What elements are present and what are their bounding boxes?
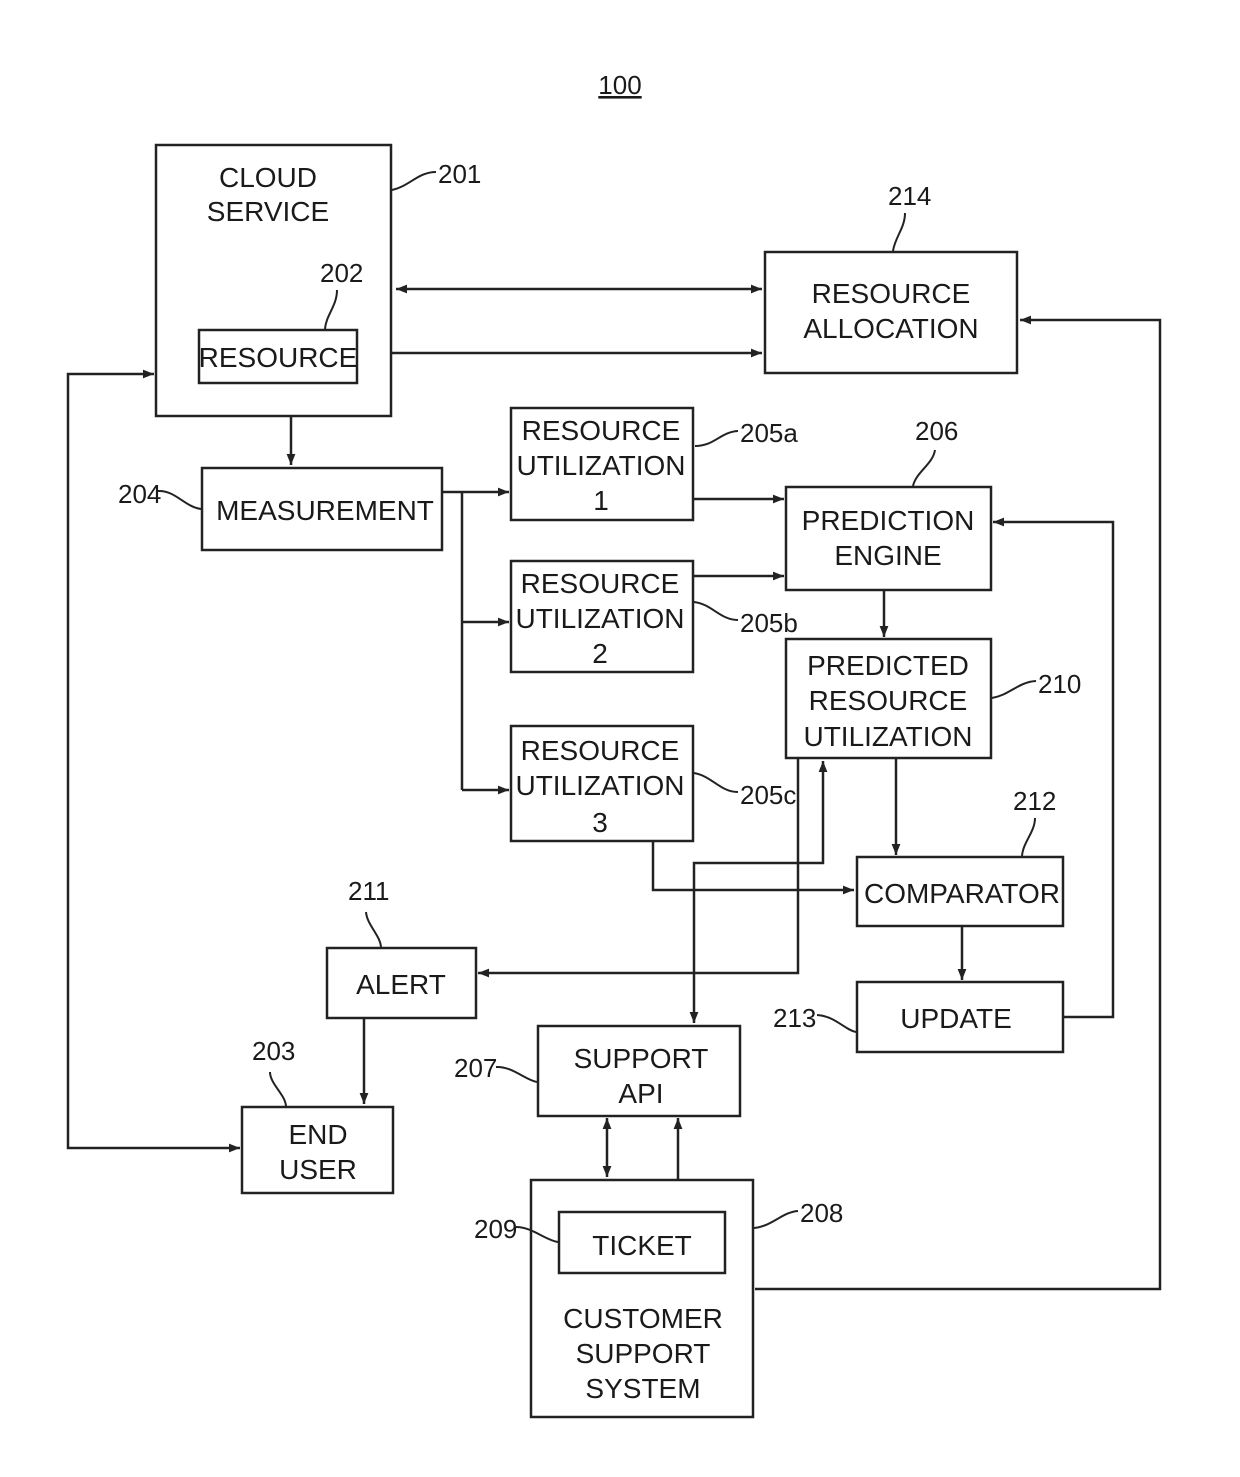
ru3-label-1: RESOURCE <box>521 735 680 766</box>
leader-204 <box>157 489 202 510</box>
css-label-1: CUSTOMER <box>563 1303 723 1334</box>
ref-208: 208 <box>800 1198 843 1228</box>
resource-label: RESOURCE <box>199 342 358 373</box>
end-user-label-2: USER <box>279 1154 357 1185</box>
leader-211 <box>365 911 382 948</box>
node-alert: ALERT <box>325 946 478 1020</box>
node-predicted-resource-utilization: PREDICTED RESOURCE UTILIZATION <box>784 637 993 760</box>
cloud-service-label-1: CLOUD <box>219 162 317 193</box>
ref-206: 206 <box>915 416 958 446</box>
system-diagram: 100 CLOUD SERVICE RESOURCE RESOURCE ALLO… <box>66 70 1162 1419</box>
ref-202: 202 <box>320 258 363 288</box>
ru1-label-2: UTILIZATION <box>516 450 685 481</box>
end-user-label-1: END <box>288 1119 347 1150</box>
ru1-label-1: RESOURCE <box>522 415 681 446</box>
ticket-label: TICKET <box>592 1230 692 1261</box>
node-resource-utilization-1: RESOURCE UTILIZATION 1 <box>509 406 695 522</box>
ref-205b: 205b <box>740 608 798 638</box>
css-label-3: SYSTEM <box>585 1373 700 1404</box>
ru2-label-3: 2 <box>592 638 608 669</box>
prediction-engine-label-1: PREDICTION <box>802 505 975 536</box>
node-ticket: TICKET <box>557 1210 727 1275</box>
figure-number: 100 <box>598 70 641 100</box>
support-api-label-2: API <box>618 1078 663 1109</box>
leader-205c <box>693 772 739 793</box>
node-comparator: COMPARATOR <box>855 855 1065 928</box>
node-resource-utilization-2: RESOURCE UTILIZATION 2 <box>509 559 695 674</box>
ref-210: 210 <box>1038 669 1081 699</box>
leader-205a <box>694 430 739 447</box>
ref-207: 207 <box>454 1053 497 1083</box>
node-resource-utilization-3: RESOURCE UTILIZATION 3 <box>509 724 695 843</box>
ref-205a: 205a <box>740 418 798 448</box>
ru1-label-3: 1 <box>593 485 609 516</box>
comparator-label: COMPARATOR <box>864 878 1060 909</box>
leader-203 <box>269 1071 287 1107</box>
ru2-label-2: UTILIZATION <box>515 603 684 634</box>
predicted-label-1: PREDICTED <box>807 650 969 681</box>
measurement-label: MEASUREMENT <box>216 495 434 526</box>
resource-allocation-label-2: ALLOCATION <box>803 313 978 344</box>
update-label: UPDATE <box>900 1003 1012 1034</box>
leader-208 <box>753 1210 799 1229</box>
cloud-service-label-2: SERVICE <box>207 196 329 227</box>
leader-213 <box>816 1014 857 1033</box>
predicted-label-3: UTILIZATION <box>803 721 972 752</box>
node-support-api: SUPPORT API <box>536 1024 742 1118</box>
leader-212 <box>1021 817 1036 857</box>
ref-214: 214 <box>888 181 931 211</box>
ref-204: 204 <box>118 479 161 509</box>
ref-211: 211 <box>348 876 389 906</box>
ru3-label-3: 3 <box>592 807 608 838</box>
leader-214 <box>892 212 906 252</box>
node-measurement: MEASUREMENT <box>200 466 444 552</box>
predicted-label-2: RESOURCE <box>809 685 968 716</box>
ref-203: 203 <box>252 1036 295 1066</box>
leader-206 <box>912 449 936 487</box>
node-resource-allocation: RESOURCE ALLOCATION <box>763 250 1019 375</box>
prediction-engine-label-2: ENGINE <box>834 540 941 571</box>
node-end-user: END USER <box>240 1105 395 1195</box>
css-label-2: SUPPORT <box>576 1338 711 1369</box>
resource-allocation-label-1: RESOURCE <box>812 278 971 309</box>
leader-205b <box>693 601 739 621</box>
ru2-label-1: RESOURCE <box>521 568 680 599</box>
node-prediction-engine: PREDICTION ENGINE <box>784 485 993 592</box>
node-resource: RESOURCE <box>197 328 359 385</box>
ref-213: 213 <box>773 1003 816 1033</box>
edge-css-allocation <box>755 315 1162 1291</box>
ru3-label-2: UTILIZATION <box>515 770 684 801</box>
alert-label: ALERT <box>356 969 446 1000</box>
ref-201: 201 <box>438 159 481 189</box>
ref-205c: 205c <box>740 780 796 810</box>
ref-212: 212 <box>1013 786 1056 816</box>
leader-207 <box>495 1065 538 1083</box>
leader-210 <box>991 680 1037 699</box>
edge-update-prediction <box>993 517 1115 1019</box>
node-update: UPDATE <box>855 980 1065 1054</box>
support-api-label-1: SUPPORT <box>574 1043 709 1074</box>
ref-209: 209 <box>474 1214 517 1244</box>
leader-201 <box>391 171 437 191</box>
